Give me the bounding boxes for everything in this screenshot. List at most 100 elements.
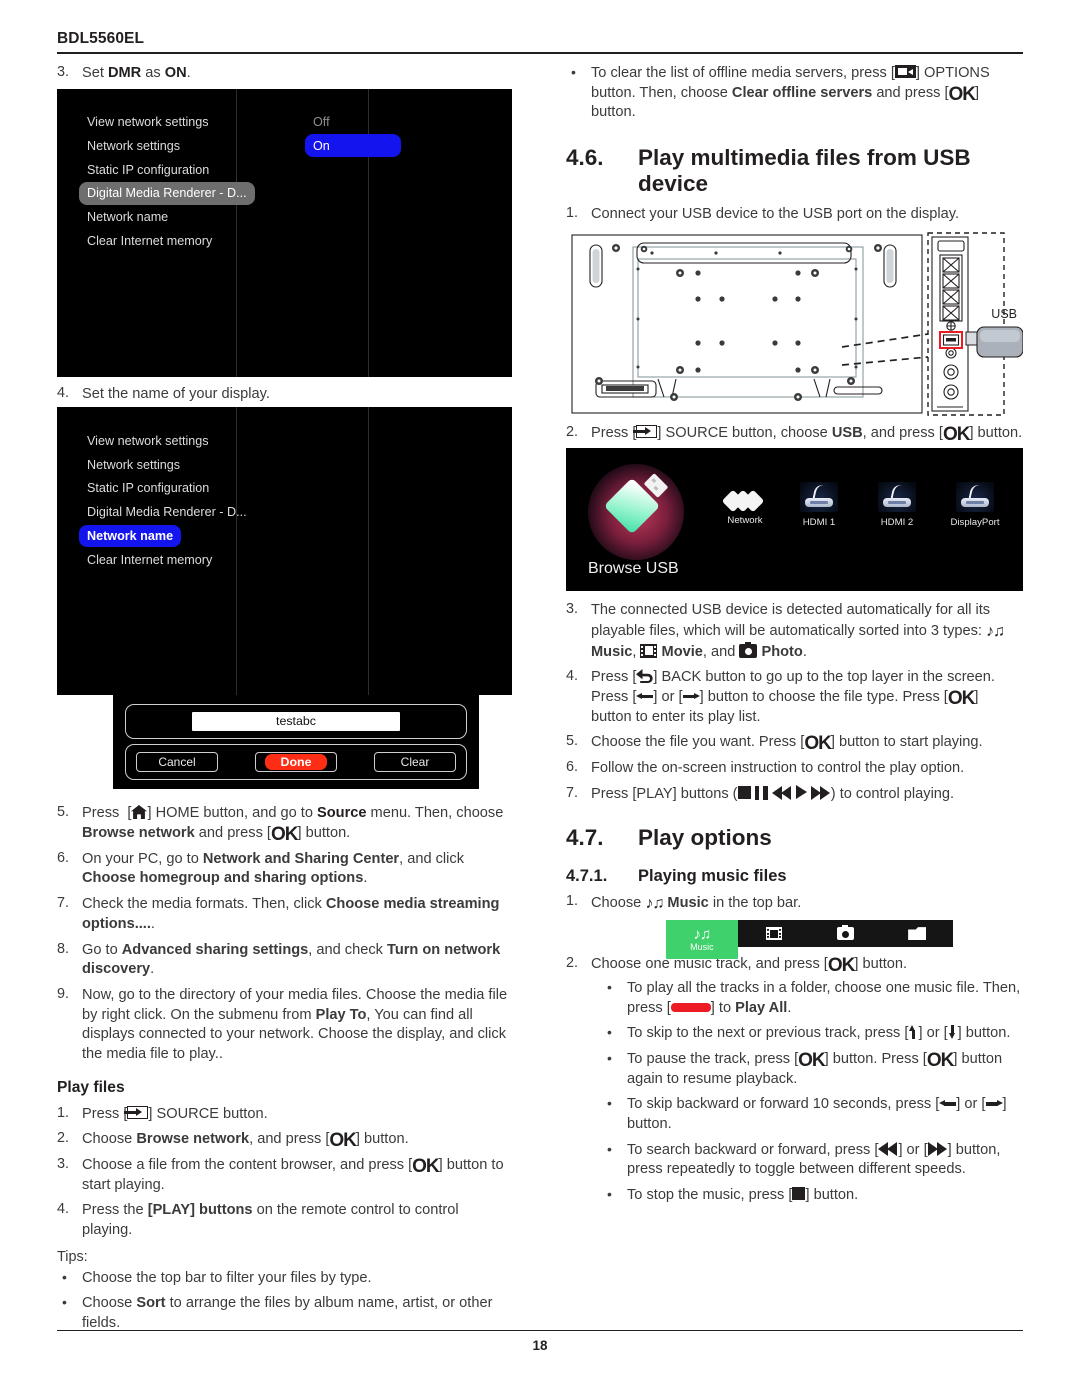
source-item-network[interactable]: Network — [706, 490, 784, 526]
topbar-tab-music[interactable]: ♪♫ Music — [666, 920, 738, 960]
down-arrow-icon — [948, 1025, 958, 1040]
ok-icon: OK — [798, 1049, 825, 1071]
pause-icon — [754, 785, 768, 800]
red-key-icon — [670, 1002, 711, 1012]
done-button-label: Done — [264, 754, 328, 771]
osd-value-on-selected[interactable]: On — [305, 134, 401, 158]
step3-mid: as — [141, 65, 165, 81]
model-name: BDL5560EL — [57, 30, 145, 47]
step-text: Press [] BACK button to go up to the top… — [591, 669, 995, 725]
step-text: Choose a file from the content browser, … — [82, 1156, 504, 1193]
osd-value-off[interactable]: Off — [305, 111, 475, 134]
tip-text: Choose Sort to arrange the files by albu… — [82, 1295, 493, 1332]
options-icon — [894, 65, 916, 78]
rewind-icon — [878, 1141, 898, 1156]
list-item: 3. Choose a file from the content browse… — [57, 1156, 512, 1195]
play-icon — [795, 784, 807, 799]
step-number: 9. — [57, 985, 70, 1002]
step-number: 3. — [57, 1156, 70, 1172]
bullet-marker: • — [607, 978, 612, 995]
clear-button[interactable]: Clear — [374, 752, 456, 773]
step-number: 1. — [566, 892, 579, 909]
network-name-dialog: testabc Cancel Done Clear — [113, 695, 479, 790]
step-text: Choose one music track, and press [OK] b… — [591, 955, 908, 977]
network-name-input[interactable]: testabc — [192, 712, 400, 732]
step-text: Choose the file you want. Press [OK] but… — [591, 733, 983, 755]
source-item-label: Network — [727, 515, 763, 527]
ok-icon: OK — [947, 688, 975, 710]
osd-menu-item[interactable]: Static IP configuration — [79, 158, 217, 181]
osd-menu-item[interactable]: Digital Media Renderer - D... — [79, 501, 255, 524]
osd-menu-item[interactable]: Clear Internet memory — [79, 548, 220, 571]
step-text: Set DMR as ON. — [82, 64, 512, 84]
step-text: Connect your USB device to the USB port … — [591, 206, 960, 223]
step-text: Go to Advanced sharing settings, and che… — [82, 941, 501, 978]
cancel-button[interactable]: Cancel — [136, 752, 218, 773]
tip-bullet: • Choose the top bar to filter your file… — [57, 1269, 512, 1289]
osd-menu-item[interactable]: Network settings — [79, 453, 188, 476]
up-arrow-icon — [908, 1025, 918, 1040]
osd-screenshot-dmr: View network settings Network settings S… — [57, 88, 512, 377]
source-item-label: HDMI 1 — [802, 517, 836, 529]
step-text: Choose Browse network, and press [OK] bu… — [82, 1130, 409, 1152]
osd-menu-item[interactable]: Clear Internet memory — [79, 230, 220, 253]
step-number: 7. — [566, 784, 579, 801]
music-bullet: • To play all the tracks in a folder, ch… — [602, 979, 1023, 1018]
step3-pre: Set — [82, 65, 108, 81]
source-item-hdmi2[interactable]: HDMI 2 — [858, 482, 936, 528]
list-item: 4. Set the name of your display. — [57, 385, 512, 405]
step-number: 5. — [566, 733, 579, 750]
ok-icon: OK — [412, 1156, 439, 1177]
osd-menu-item[interactable]: View network settings — [79, 429, 217, 452]
osd-menu-item[interactable]: Network name — [79, 206, 176, 229]
topbar-tab-photo[interactable] — [810, 920, 882, 947]
home-icon — [131, 805, 148, 820]
osd-menu-item[interactable]: View network settings — [79, 111, 217, 134]
movie-film-icon — [765, 927, 782, 941]
tip-text: Choose the top bar to filter your files … — [82, 1269, 372, 1286]
done-button[interactable]: Done — [255, 752, 337, 773]
section-title: Play multimedia files from USB device — [638, 145, 1023, 197]
topbar-tab-folder[interactable] — [881, 920, 953, 947]
photo-camera-icon — [836, 924, 854, 941]
music-bullet: • To pause the track, press [OK] button.… — [602, 1050, 1023, 1089]
page-number: 18 — [532, 1338, 548, 1353]
osd-screenshot-network-name: View network settings Network settings S… — [57, 407, 512, 696]
step-text: Press [PLAY] buttons ( ) to control play… — [591, 784, 955, 802]
source-item-displayport[interactable]: DisplayPort — [936, 482, 1014, 528]
step-text: Press [] HOME button, and go to Source m… — [82, 805, 504, 846]
dialog-button-row: Cancel Done Clear — [125, 744, 467, 781]
source-item-hdmi1[interactable]: HDMI 1 — [780, 482, 858, 528]
section-number: 4.7. — [566, 824, 604, 850]
bullet-marker: • — [571, 64, 576, 80]
hdmi-icon — [878, 482, 916, 513]
bullet-text: To skip backward or forward 10 seconds, … — [627, 1096, 1007, 1132]
fast-forward-icon — [810, 785, 831, 800]
music-bullet: • To stop the music, press [] button. — [602, 1186, 1023, 1206]
topbar-tab-movie[interactable] — [738, 920, 810, 947]
bullet-text: To play all the tracks in a folder, choo… — [627, 979, 1021, 1016]
bullet-text: To skip to the next or previous track, p… — [627, 1025, 1011, 1042]
section-heading-4-6: 4.6. Play multimedia files from USB devi… — [566, 145, 1023, 197]
osd-menu-item[interactable]: Network settings — [79, 134, 188, 157]
osd-menu-item-selected[interactable]: Digital Media Renderer - D... — [79, 182, 255, 205]
music-note-icon: ♪♫ — [693, 926, 712, 944]
header-rule — [57, 52, 1023, 54]
list-item: 9. Now, go to the directory of your medi… — [57, 986, 512, 1065]
osd-menu-item[interactable]: Static IP configuration — [79, 477, 217, 500]
music-bullet: • To search backward or forward, press [… — [602, 1141, 1023, 1180]
step-text: On your PC, go to Network and Sharing Ce… — [82, 850, 465, 887]
list-item: 8. Go to Advanced sharing settings, and … — [57, 941, 512, 980]
osd-menu-item-selected[interactable]: Network name — [79, 524, 182, 548]
step-number: 3. — [566, 601, 579, 618]
step-number: 6. — [566, 759, 579, 776]
section-heading-4-7: 4.7. Play options — [566, 825, 1023, 851]
step3-on: ON — [164, 65, 187, 81]
list-item: 4. Press the [PLAY] buttons on the remot… — [57, 1201, 512, 1240]
source-icon — [124, 1105, 149, 1119]
section-title: Play options — [638, 824, 772, 850]
browse-usb-label[interactable]: Browse USB — [588, 560, 679, 578]
music-bullets-list: • To play all the tracks in a folder, ch… — [566, 979, 1023, 1206]
osd-menu-list: View network settings Network settings S… — [79, 429, 284, 572]
source-icon — [633, 424, 658, 438]
